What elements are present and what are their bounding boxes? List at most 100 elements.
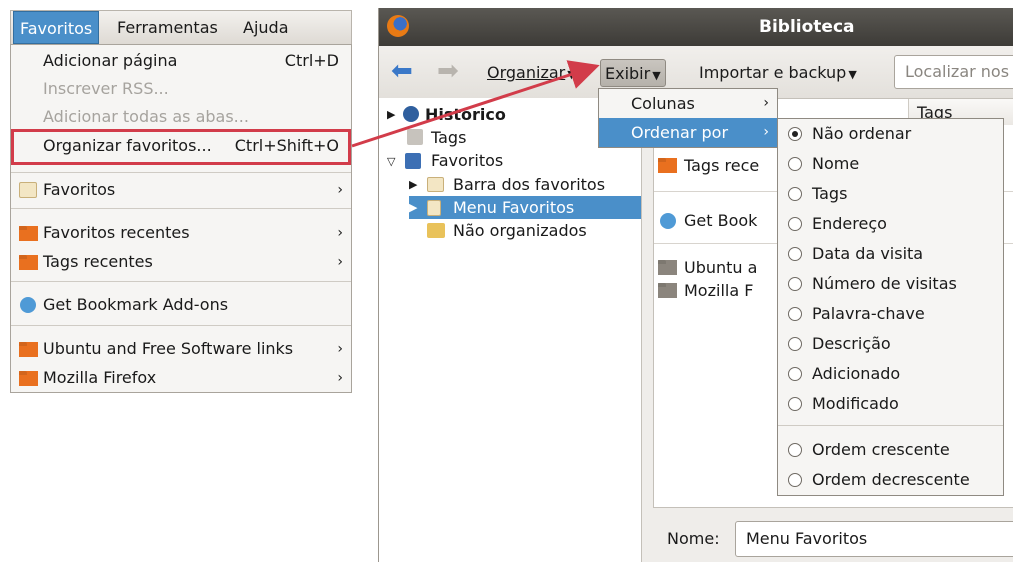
- bookmark-folder-icon: [19, 182, 37, 198]
- radio-icon: [788, 337, 802, 351]
- tree-item-label: Menu Favoritos: [453, 198, 575, 217]
- menu-item-favoritos[interactable]: Favoritos ›: [11, 176, 351, 204]
- menu-separator: [11, 281, 351, 282]
- radio-icon: [788, 247, 802, 261]
- menu-item-label: Endereço: [812, 214, 887, 233]
- sort-option-modificado[interactable]: Modificado: [778, 389, 1003, 419]
- favoritos-dropdown: Adicionar página Ctrl+D Inscrever RSS...…: [10, 44, 352, 393]
- menu-item-label: Get Bookmark Add-ons: [43, 295, 229, 314]
- sort-option-nome[interactable]: Nome: [778, 149, 1003, 179]
- sort-option-numero-visitas[interactable]: Número de visitas: [778, 269, 1003, 299]
- tree-item-label: Favoritos: [431, 151, 504, 170]
- menu-item-favoritos-recentes[interactable]: Favoritos recentes ›: [11, 219, 351, 247]
- menu-item-label: Inscrever RSS...: [43, 79, 169, 98]
- organizar-button[interactable]: Organizar ▼: [483, 59, 580, 87]
- forward-arrow-icon: ➡: [437, 56, 459, 86]
- menu-ajuda[interactable]: Ajuda: [237, 11, 295, 44]
- expand-arrow-icon: ▶: [409, 201, 418, 214]
- radio-icon: [788, 473, 802, 487]
- folder-icon: [658, 260, 677, 275]
- collapse-arrow-icon: ▽: [387, 155, 396, 168]
- menu-item-label: Ubuntu and Free Software links: [43, 339, 294, 358]
- radio-icon: [788, 307, 802, 321]
- radio-checked-icon: [788, 127, 802, 141]
- back-arrow-icon[interactable]: ⬅: [387, 57, 417, 85]
- sort-option-nao-ordenar[interactable]: Não ordenar: [778, 119, 1003, 149]
- list-item-label: Get Book: [684, 211, 758, 230]
- menu-ferramentas[interactable]: Ferramentas: [111, 11, 224, 44]
- radio-icon: [788, 397, 802, 411]
- menu-item-label: Palavra-chave: [812, 304, 925, 323]
- name-field[interactable]: Menu Favoritos: [735, 521, 1013, 557]
- submenu-arrow-icon: ›: [337, 370, 343, 386]
- submenu-arrow-icon: ›: [337, 254, 343, 270]
- submenu-arrow-icon: ›: [337, 225, 343, 241]
- menu-item-label: Ordem decrescente: [812, 470, 970, 489]
- tree-item-menu-favoritos[interactable]: ▶ Menu Favoritos: [409, 196, 641, 219]
- sort-option-descricao[interactable]: Descrição: [778, 329, 1003, 359]
- importar-backup-button[interactable]: Importar e backup ▼: [695, 59, 861, 87]
- tree-item-label: Barra dos favoritos: [453, 175, 606, 194]
- folder-icon: [658, 283, 677, 298]
- menu-item-label: Favoritos: [43, 180, 116, 199]
- sort-option-palavra-chave[interactable]: Palavra-chave: [778, 299, 1003, 329]
- menu-item-ordenar-por[interactable]: Ordenar por ›: [599, 118, 777, 147]
- star-folder-icon: [405, 153, 421, 169]
- menu-item-colunas[interactable]: Colunas ›: [599, 89, 777, 118]
- submenu-arrow-icon: ›: [763, 95, 769, 111]
- radio-icon: [788, 217, 802, 231]
- details-panel: Nome: Menu Favoritos: [653, 513, 1013, 562]
- menu-item-label: Adicionado: [812, 364, 901, 383]
- firefox-menubar: Favoritos Ferramentas Ajuda: [10, 10, 352, 44]
- menu-item-ubuntu-links[interactable]: Ubuntu and Free Software links ›: [11, 335, 351, 363]
- menu-item-label: Tags recentes: [43, 252, 153, 271]
- bookmarks-tree: ▶ Histórico Tags ▽ Favoritos ▶ Barra dos…: [379, 98, 642, 562]
- submenu-arrow-icon: ›: [337, 341, 343, 357]
- radio-icon: [788, 187, 802, 201]
- sort-option-tags[interactable]: Tags: [778, 179, 1003, 209]
- exibir-button[interactable]: Exibir ▼: [600, 59, 666, 87]
- submenu-arrow-icon: ›: [763, 124, 769, 140]
- menu-favoritos[interactable]: Favoritos: [13, 11, 100, 44]
- sort-option-ordem-crescente[interactable]: Ordem crescente: [778, 435, 1003, 465]
- button-label: Importar e backup: [699, 63, 847, 82]
- radio-icon: [788, 157, 802, 171]
- sort-option-endereco[interactable]: Endereço: [778, 209, 1003, 239]
- radio-icon: [788, 277, 802, 291]
- menu-item-label: Tags: [812, 184, 848, 203]
- tag-icon: [407, 129, 423, 145]
- name-field-label: Nome:: [667, 529, 720, 548]
- smart-folder-icon: [658, 158, 677, 173]
- menu-item-label: Ordenar por: [631, 123, 729, 142]
- sort-option-adicionado[interactable]: Adicionado: [778, 359, 1003, 389]
- menu-separator: [11, 208, 351, 209]
- firefox-logo-icon: [387, 15, 409, 37]
- unsorted-folder-icon: [427, 223, 445, 238]
- sort-option-data-visita[interactable]: Data da visita: [778, 239, 1003, 269]
- smart-folder-icon: [19, 255, 38, 270]
- shortcut-text: Ctrl+D: [284, 51, 339, 70]
- expand-arrow-icon: ▶: [387, 108, 396, 121]
- menu-separator: [11, 172, 351, 173]
- menu-item-get-bookmark-addons[interactable]: Get Bookmark Add-ons: [11, 291, 351, 319]
- expand-arrow-icon: ▶: [409, 178, 418, 191]
- list-item-label: Ubuntu a: [684, 258, 758, 277]
- button-label: Organizar: [487, 63, 566, 82]
- menu-item-adicionar-pagina[interactable]: Adicionar página Ctrl+D: [11, 47, 351, 75]
- exibir-dropdown: Colunas › Ordenar por ›: [598, 88, 778, 148]
- search-input[interactable]: Localizar nos: [894, 55, 1013, 89]
- menu-item-label: Colunas: [631, 94, 695, 113]
- menu-separator: [11, 325, 351, 326]
- chevron-down-icon: ▼: [567, 68, 576, 81]
- list-item-label: Mozilla F: [684, 281, 754, 300]
- ordenar-por-submenu: Não ordenar Nome Tags Endereço Data da v…: [777, 118, 1004, 496]
- menu-item-mozilla-firefox[interactable]: Mozilla Firefox ›: [11, 364, 351, 392]
- menu-item-label: Descrição: [812, 334, 891, 353]
- tree-item-label: Tags: [431, 128, 467, 147]
- menu-item-label: Adicionar todas as abas...: [43, 107, 249, 126]
- submenu-arrow-icon: ›: [337, 182, 343, 198]
- sort-option-ordem-decrescente[interactable]: Ordem decrescente: [778, 465, 1003, 495]
- menu-item-tags-recentes[interactable]: Tags recentes ›: [11, 248, 351, 276]
- menu-item-adicionar-todas-abas: Adicionar todas as abas...: [11, 103, 351, 131]
- folder-icon: [19, 342, 38, 357]
